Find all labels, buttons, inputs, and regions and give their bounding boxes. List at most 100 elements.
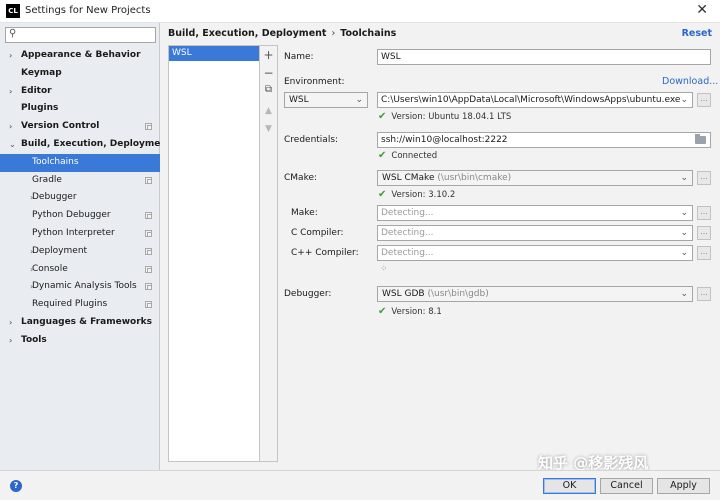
chevron-right-icon[interactable]: › bbox=[9, 47, 12, 65]
name-input[interactable]: WSL bbox=[377, 49, 711, 65]
cancel-button[interactable]: Cancel bbox=[600, 478, 653, 494]
help-icon[interactable]: ? bbox=[10, 480, 22, 492]
sidebar-item-label: Gradle bbox=[32, 174, 62, 185]
sidebar-item-label: Editor bbox=[21, 85, 52, 96]
sidebar-item-gradle[interactable]: Gradle bbox=[0, 172, 160, 190]
chevron-down-icon: ⌄ bbox=[680, 289, 688, 299]
make-field[interactable]: Detecting... ⌄ bbox=[377, 205, 693, 221]
dialog-button-bar: ? OK Cancel Apply bbox=[0, 470, 720, 500]
sidebar-item-label: Console bbox=[32, 263, 68, 274]
reset-link[interactable]: Reset bbox=[682, 28, 712, 39]
check-icon: ✔ bbox=[378, 111, 387, 122]
toolchain-list: WSL bbox=[168, 45, 260, 462]
settings-search-box[interactable]: ⚲ bbox=[5, 27, 156, 43]
cmake-status: ✔ Version: 3.10.2 bbox=[378, 189, 455, 200]
name-label: Name: bbox=[284, 52, 314, 62]
sidebar-item-python-debugger[interactable]: Python Debugger bbox=[0, 207, 160, 225]
sidebar-item-editor[interactable]: › Editor bbox=[0, 83, 160, 101]
debugger-select[interactable]: WSL GDB (\usr\bin\gdb) ⌄ bbox=[377, 286, 693, 302]
search-input[interactable] bbox=[22, 29, 152, 41]
sidebar-item-label: Tools bbox=[21, 334, 47, 345]
c-compiler-field[interactable]: Detecting... ⌄ bbox=[377, 225, 693, 241]
chevron-right-icon[interactable]: › bbox=[9, 332, 12, 350]
credentials-field[interactable]: ssh://win10@localhost:2222 bbox=[377, 132, 711, 148]
chevron-down-icon: ⌄ bbox=[680, 208, 688, 218]
sidebar-item-build-execution-deployment[interactable]: ⌄ Build, Execution, Deployment bbox=[0, 136, 171, 154]
sidebar-item-label: Keymap bbox=[21, 67, 62, 78]
project-scope-icon bbox=[145, 212, 152, 220]
debugger-label: Debugger: bbox=[284, 289, 332, 299]
chevron-right-icon[interactable]: › bbox=[9, 314, 12, 332]
move-up-icon[interactable]: ▲ bbox=[260, 106, 277, 116]
sidebar-item-label: Languages & Frameworks bbox=[21, 316, 153, 327]
cpp-compiler-field[interactable]: Detecting... ⌄ bbox=[377, 245, 693, 261]
breadcrumb-current: Toolchains bbox=[340, 28, 397, 39]
debugger-select-path: (\usr\bin\gdb) bbox=[427, 289, 489, 299]
download-link[interactable]: Download... bbox=[662, 76, 718, 87]
sidebar-item-dynamic-analysis-tools[interactable]: › Dynamic Analysis Tools bbox=[0, 278, 160, 296]
chevron-right-icon[interactable]: › bbox=[9, 83, 12, 101]
chevron-right-icon[interactable]: › bbox=[9, 118, 12, 136]
toolchain-item-wsl[interactable]: WSL bbox=[169, 46, 259, 61]
environment-version-text: Version: Ubuntu 18.04.1 LTS bbox=[391, 112, 512, 122]
executable-path-field[interactable]: C:\Users\win10\AppData\Local\Microsoft\W… bbox=[377, 92, 693, 108]
browse-exe-button[interactable]: ... bbox=[697, 93, 711, 107]
sidebar-item-label: Required Plugins bbox=[32, 299, 108, 310]
sidebar-item-toolchains[interactable]: Toolchains bbox=[0, 153, 160, 172]
apply-button[interactable]: Apply bbox=[657, 478, 710, 494]
add-icon[interactable]: + bbox=[260, 48, 277, 62]
environment-label: Environment: bbox=[284, 77, 345, 87]
cpp-compiler-label: C++ Compiler: bbox=[291, 248, 359, 258]
project-scope-icon bbox=[145, 301, 152, 309]
sidebar-item-debugger[interactable]: › Debugger bbox=[0, 189, 160, 207]
project-scope-icon bbox=[145, 229, 152, 237]
sidebar-item-python-interpreter[interactable]: Python Interpreter bbox=[0, 225, 160, 243]
breadcrumb-parent: Build, Execution, Deployment bbox=[168, 28, 327, 39]
c-compiler-value: Detecting... bbox=[381, 228, 434, 238]
browse-debugger-button[interactable]: ... bbox=[697, 287, 711, 301]
move-down-icon[interactable]: ▼ bbox=[260, 124, 277, 134]
chevron-down-icon: ⌄ bbox=[355, 95, 363, 105]
window-title: Settings for New Projects bbox=[25, 5, 151, 16]
credentials-value: ssh://win10@localhost:2222 bbox=[381, 135, 508, 145]
close-icon[interactable]: ✕ bbox=[696, 2, 708, 18]
browse-make-button[interactable]: ... bbox=[697, 206, 711, 220]
sidebar-item-keymap[interactable]: Keymap bbox=[0, 65, 160, 83]
sidebar-item-deployment[interactable]: › Deployment bbox=[0, 243, 160, 261]
sidebar-item-label: Python Interpreter bbox=[32, 227, 115, 238]
sidebar-item-appearance-behavior[interactable]: › Appearance & Behavior bbox=[0, 47, 160, 65]
folder-icon[interactable] bbox=[695, 134, 706, 144]
sidebar-item-label: Dynamic Analysis Tools bbox=[32, 281, 137, 292]
sidebar-item-console[interactable]: › Console bbox=[0, 261, 160, 279]
copy-icon[interactable]: ⧉ bbox=[260, 84, 277, 95]
sidebar-item-label: Python Debugger bbox=[32, 210, 111, 221]
check-icon: ✔ bbox=[378, 150, 387, 161]
executable-path-value: C:\Users\win10\AppData\Local\Microsoft\W… bbox=[381, 95, 681, 105]
check-icon: ✔ bbox=[378, 306, 387, 317]
chevron-down-icon: ⌄ bbox=[680, 173, 688, 183]
search-icon: ⚲ bbox=[9, 28, 17, 39]
environment-select[interactable]: WSL ⌄ bbox=[284, 92, 368, 108]
chevron-down-icon[interactable]: ⌄ bbox=[9, 136, 16, 154]
browse-c-compiler-button[interactable]: ... bbox=[697, 226, 711, 240]
cmake-select[interactable]: WSL CMake (\usr\bin\cmake) ⌄ bbox=[377, 170, 693, 186]
sidebar-item-label: Toolchains bbox=[32, 156, 79, 167]
debugger-select-name: WSL GDB bbox=[382, 289, 425, 299]
sidebar-item-label: Version Control bbox=[21, 121, 100, 132]
breadcrumb: Build, Execution, Deployment › Toolchains bbox=[168, 28, 396, 39]
breadcrumb-separator: › bbox=[331, 28, 336, 39]
sidebar-item-tools[interactable]: › Tools bbox=[0, 332, 160, 350]
remove-icon[interactable]: − bbox=[260, 66, 277, 80]
toolchain-toolbar: + − ⧉ ▲ ▼ bbox=[260, 45, 278, 462]
connected-text: Connected bbox=[391, 151, 438, 161]
browse-cmake-button[interactable]: ... bbox=[697, 171, 711, 185]
sidebar-item-required-plugins[interactable]: Required Plugins bbox=[0, 296, 160, 314]
sidebar-item-plugins[interactable]: Plugins bbox=[0, 100, 160, 118]
browse-cpp-compiler-button[interactable]: ... bbox=[697, 246, 711, 260]
debugger-status: ✔ Version: 8.1 bbox=[378, 306, 442, 317]
project-scope-icon bbox=[145, 265, 152, 273]
ok-button[interactable]: OK bbox=[543, 478, 596, 494]
sidebar-item-version-control[interactable]: › Version Control bbox=[0, 118, 160, 136]
sidebar-item-languages-frameworks[interactable]: › Languages & Frameworks bbox=[0, 314, 160, 332]
cmake-label: CMake: bbox=[284, 173, 318, 183]
